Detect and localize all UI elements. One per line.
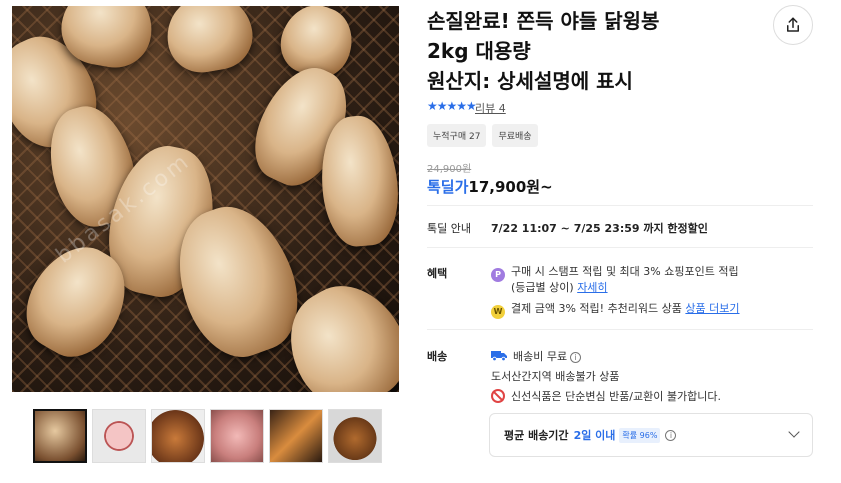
shipping-fee: 배송비 무료 i <box>491 348 582 364</box>
no-icon <box>491 389 505 403</box>
benefit-text-1: 구매 시 스탬프 적립 및 최대 3% 쇼핑포인트 적립 <box>511 265 739 278</box>
title-line-1: 손질완료! 쫀득 야들 닭윙봉 <box>427 9 660 33</box>
original-price: 24,900원 <box>427 164 472 175</box>
title-line-2: 2kg 대용량 <box>427 39 531 63</box>
info-icon[interactable]: i <box>665 429 677 441</box>
rating-stars: ★★★★★ <box>427 99 477 113</box>
deal-info-value: 7/22 11:07 ~ 7/25 23:59 까지 한정할인 <box>491 222 708 235</box>
thumbnail-strip <box>33 409 382 463</box>
divider <box>427 247 813 248</box>
fresh-food-notice: 신선식품은 단순변심 반품/교환이 불가합니다. <box>491 388 721 404</box>
shipping-label: 배송 <box>427 350 448 363</box>
title-line-3: 원산지: 상세설명에 표시 <box>427 69 633 93</box>
thumbnail-3[interactable] <box>151 409 205 463</box>
delivery-estimate-dropdown[interactable]: 평균 배송기간 2일 이내 확률 96% i <box>489 413 813 457</box>
deal-price: 17,900원~ <box>468 178 553 196</box>
benefit-item-stamp-sub: (등급별 상이) 자세히 <box>511 280 608 296</box>
benefit-item-reward: W 결제 금액 3% 적립! 추천리워드 상품 상품 더보기 <box>491 301 740 319</box>
free-shipping-chip: 무료배송 <box>492 124 538 147</box>
review-link[interactable]: 리뷰 4 <box>475 100 506 116</box>
divider <box>427 205 813 206</box>
thumbnail-1[interactable] <box>33 409 87 463</box>
benefit-detail-link[interactable]: 자세히 <box>577 281 607 294</box>
info-icon[interactable]: i <box>570 352 582 363</box>
thumbnail-5[interactable] <box>269 409 323 463</box>
reward-icon: W <box>491 305 505 319</box>
fresh-food-notice-text: 신선식품은 단순변심 반품/교환이 불가합니다. <box>511 390 721 403</box>
deal-info-label: 톡딜 안내 <box>427 222 471 235</box>
chip-group: 누적구매 27 무료배송 <box>427 124 538 147</box>
delivery-probability-badge: 확률 96% <box>619 427 661 443</box>
product-main-image: bbasak.com <box>12 6 399 392</box>
shipping-fee-text: 배송비 무료 <box>513 350 568 363</box>
shipping-region: 도서산간지역 배송불가 상품 <box>491 370 620 383</box>
benefit-text-1b: (등급별 상이) <box>511 281 574 294</box>
product-title: 손질완료! 쫀득 야들 닭윙봉 2kg 대용량 원산지: 상세설명에 표시 <box>427 6 757 96</box>
share-icon <box>787 17 799 32</box>
thumbnail-4[interactable] <box>210 409 264 463</box>
truck-icon <box>491 351 507 361</box>
deal-label: 톡딜가 <box>427 178 469 196</box>
delivery-label: 평균 배송기간 <box>504 429 569 442</box>
cumulative-purchase-chip: 누적구매 27 <box>427 124 487 147</box>
chevron-down-icon <box>788 426 800 438</box>
point-icon: P <box>491 268 505 282</box>
share-button[interactable] <box>773 5 813 45</box>
benefit-label: 혜택 <box>427 267 448 280</box>
divider <box>427 329 813 330</box>
delivery-value: 2일 이내 <box>573 429 616 442</box>
thumbnail-2[interactable] <box>92 409 146 463</box>
more-products-link[interactable]: 상품 더보기 <box>685 302 739 315</box>
thumbnail-6[interactable] <box>328 409 382 463</box>
deal-price-line: 톡딜가17,900원~ <box>427 176 553 197</box>
benefit-text-2: 결제 금액 3% 적립! 추천리워드 상품 <box>511 302 682 315</box>
